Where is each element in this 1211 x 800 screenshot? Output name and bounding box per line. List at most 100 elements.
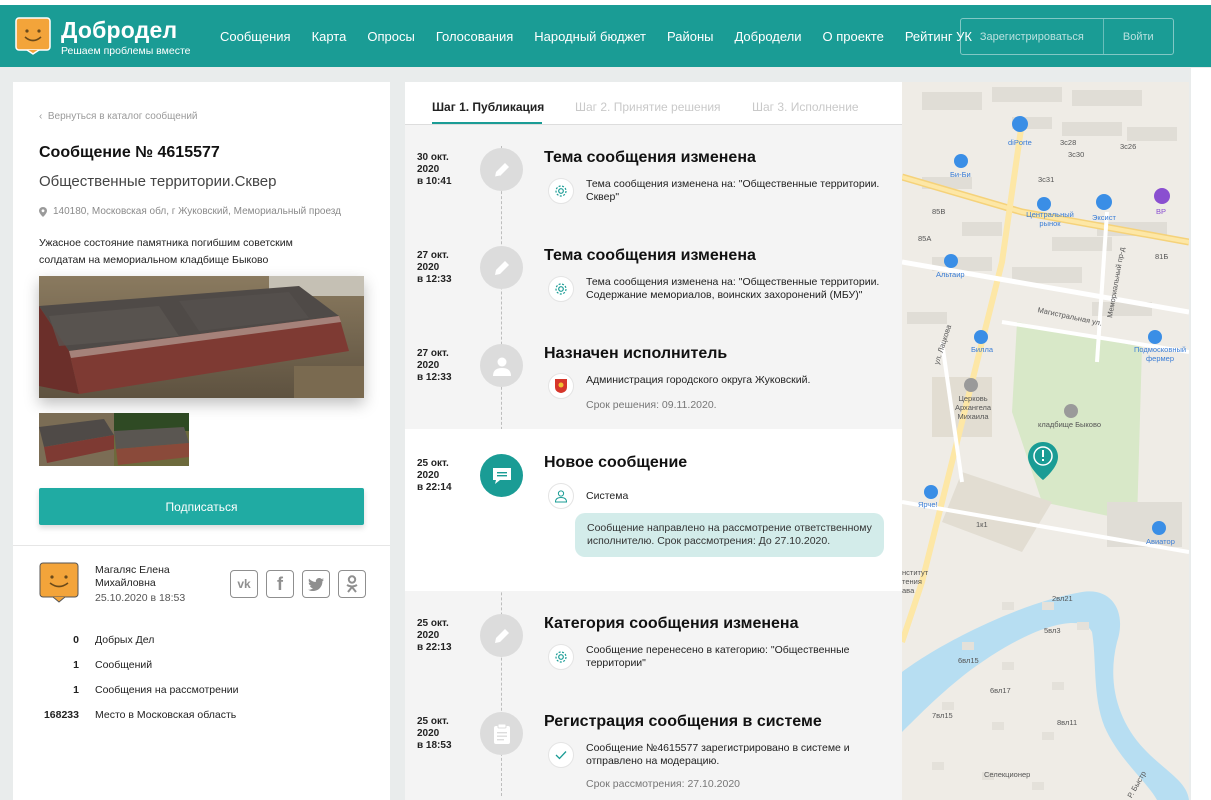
photo-thumb-2[interactable]: [114, 413, 189, 466]
divider: [13, 545, 390, 546]
nav-map[interactable]: Карта: [312, 29, 347, 44]
odnoklassniki-icon[interactable]: [338, 570, 366, 598]
event-text: Сообщение перенесено в категорию: "Общес…: [586, 644, 850, 669]
gear-icon: [548, 276, 574, 302]
message-category: Общественные территории.Сквер: [39, 173, 277, 190]
map-pin-icon[interactable]: [1037, 197, 1051, 211]
register-button[interactable]: Зарегистрироваться: [961, 19, 1104, 54]
map-label: 6вл17: [990, 686, 1011, 695]
map-label: 8вл11: [1057, 718, 1078, 727]
timeline-event: 27 окт. 2020 в 12:33 Назначен исполнител…: [405, 321, 902, 429]
event-date: 25 окт. 2020 в 22:13: [417, 618, 467, 654]
person-icon: [480, 344, 523, 387]
event-date: 30 окт. 2020 в 10:41: [417, 152, 467, 188]
event-title: Регистрация сообщения в системе: [544, 713, 822, 730]
nav-about[interactable]: О проекте: [823, 29, 884, 44]
timeline-event: 27 окт. 2020 в 12:33 Тема сообщения изме…: [405, 223, 902, 321]
brand-name: Добродел: [61, 17, 178, 43]
stat-row: 1 Сообщения на рассмотрении: [39, 677, 238, 702]
author-stats: 0 Добрых Дел 1 Сообщений 1 Сообщения на рас…: [39, 627, 239, 727]
brand[interactable]: Добродел Решаем проблемы вместе: [61, 17, 190, 57]
address-text: 140180, Московская обл, г Жуковский, Мем…: [53, 206, 342, 217]
author-date: 25.10.2020 в 18:53: [95, 592, 186, 604]
map-label: Альтаир: [936, 270, 965, 279]
facebook-icon[interactable]: f: [266, 570, 294, 598]
event-date: 27 окт. 2020 в 12:33: [417, 348, 467, 384]
stat-value: 1: [73, 658, 79, 671]
timeline-event: 25 окт. 2020 в 18:53 Регистрация сообщен…: [405, 689, 902, 800]
map-label-text: Центральный рынок: [1026, 210, 1074, 228]
map-label: ВР: [1156, 207, 1167, 216]
event-date-time: в 18:53: [417, 740, 452, 751]
nav-messages[interactable]: Сообщения: [220, 29, 291, 44]
event-date: 25 окт. 2020 в 18:53: [417, 716, 467, 752]
map-pin-icon[interactable]: [944, 254, 958, 268]
stat-value: 168233: [43, 708, 79, 721]
photo-thumb-1[interactable]: [39, 413, 114, 466]
map-pin-icon[interactable]: [1154, 188, 1170, 204]
map-pin-icon[interactable]: [1012, 116, 1028, 132]
map-label: 85А: [918, 234, 932, 243]
map-pin-icon[interactable]: [924, 485, 938, 499]
map-pin-icon[interactable]: [1096, 194, 1112, 210]
map-view[interactable]: diPorte Би-Би Центральный рынок Эксист В…: [902, 82, 1189, 800]
map-label: Авиатор: [1146, 537, 1175, 546]
avatar[interactable]: [39, 562, 79, 604]
map-pin-icon[interactable]: [954, 154, 968, 168]
tab-step-2[interactable]: Шаг 2. Принятие решения: [575, 100, 721, 114]
pencil-icon: [480, 246, 523, 289]
author-name[interactable]: Магаляс Елена Михайловна: [95, 564, 205, 590]
subscribe-button[interactable]: Подписаться: [39, 488, 364, 525]
map-pin-icon[interactable]: [964, 378, 978, 392]
map-label: 85В: [932, 207, 946, 216]
event-date-time: в 22:14: [417, 482, 452, 493]
gear-icon: [548, 178, 574, 204]
auth-box: Зарегистрироваться Войти: [960, 18, 1174, 55]
nav-dobrodeli[interactable]: Добродели: [734, 29, 801, 44]
vk-icon[interactable]: vk: [230, 570, 258, 598]
event-date-day: 25 окт.: [417, 716, 449, 727]
map-label: 1к1: [976, 520, 988, 529]
tab-step-1[interactable]: Шаг 1. Публикация: [432, 100, 544, 114]
scrollbar[interactable]: [1191, 68, 1211, 800]
map-label: Центральный рынок: [1020, 210, 1080, 228]
event-title: Тема сообщения изменена: [544, 149, 756, 166]
map-label: 6вл15: [958, 656, 979, 665]
map-label: 2вл21: [1052, 594, 1073, 603]
tab-step-3[interactable]: Шаг 3. Исполнение: [752, 100, 859, 114]
login-button[interactable]: Войти: [1104, 19, 1173, 54]
logo-icon[interactable]: [15, 17, 51, 55]
pencil-icon: [480, 614, 523, 657]
message-title: Сообщение № 4615577: [39, 144, 220, 161]
stat-row: 168233 Место в Московская область: [39, 702, 238, 727]
map-pin-icon[interactable]: [974, 330, 988, 344]
map-pin-icon[interactable]: [1148, 330, 1162, 344]
back-link[interactable]: ‹ Вернуться в каталог сообщений: [39, 111, 198, 122]
steps-tabs: Шаг 1. Публикация Шаг 2. Принятие решени…: [405, 82, 902, 125]
timeline-event: 25 окт. 2020 в 22:14 Новое сообщение Сис…: [405, 429, 902, 591]
event-author: Система: [586, 490, 629, 502]
site-header: Добродел Решаем проблемы вместе Сообщени…: [0, 5, 1211, 67]
nav-votes[interactable]: Голосования: [436, 29, 513, 44]
nav-budget[interactable]: Народный бюджет: [534, 29, 646, 44]
map-label: 3с31: [1038, 175, 1055, 184]
map-pin-icon[interactable]: [1152, 521, 1166, 535]
map-label: Селекционер: [984, 770, 1031, 779]
twitter-icon[interactable]: [302, 570, 330, 598]
user-icon: [548, 483, 574, 509]
message-bubble: Сообщение направлено на рассмотрение отв…: [575, 513, 884, 557]
event-date-time: в 12:33: [417, 274, 452, 285]
emblem-icon: [548, 373, 574, 399]
check-icon: [548, 742, 574, 768]
event-title: Тема сообщения изменена: [544, 247, 756, 264]
map-pin-icon[interactable]: [1064, 404, 1078, 418]
message-panel: ‹ Вернуться в каталог сообщений Сообщени…: [13, 82, 390, 800]
map-label-text: нститут тения ава: [902, 568, 929, 595]
clipboard-icon: [480, 712, 523, 755]
nav-polls[interactable]: Опросы: [367, 29, 414, 44]
event-text: Тема сообщения изменена на: "Общественны…: [586, 276, 880, 301]
event-date-time: в 10:41: [417, 176, 452, 187]
nav-districts[interactable]: Районы: [667, 29, 713, 44]
main-nav: Сообщения Карта Опросы Голосования Народ…: [220, 5, 993, 67]
message-photo[interactable]: [39, 276, 364, 398]
